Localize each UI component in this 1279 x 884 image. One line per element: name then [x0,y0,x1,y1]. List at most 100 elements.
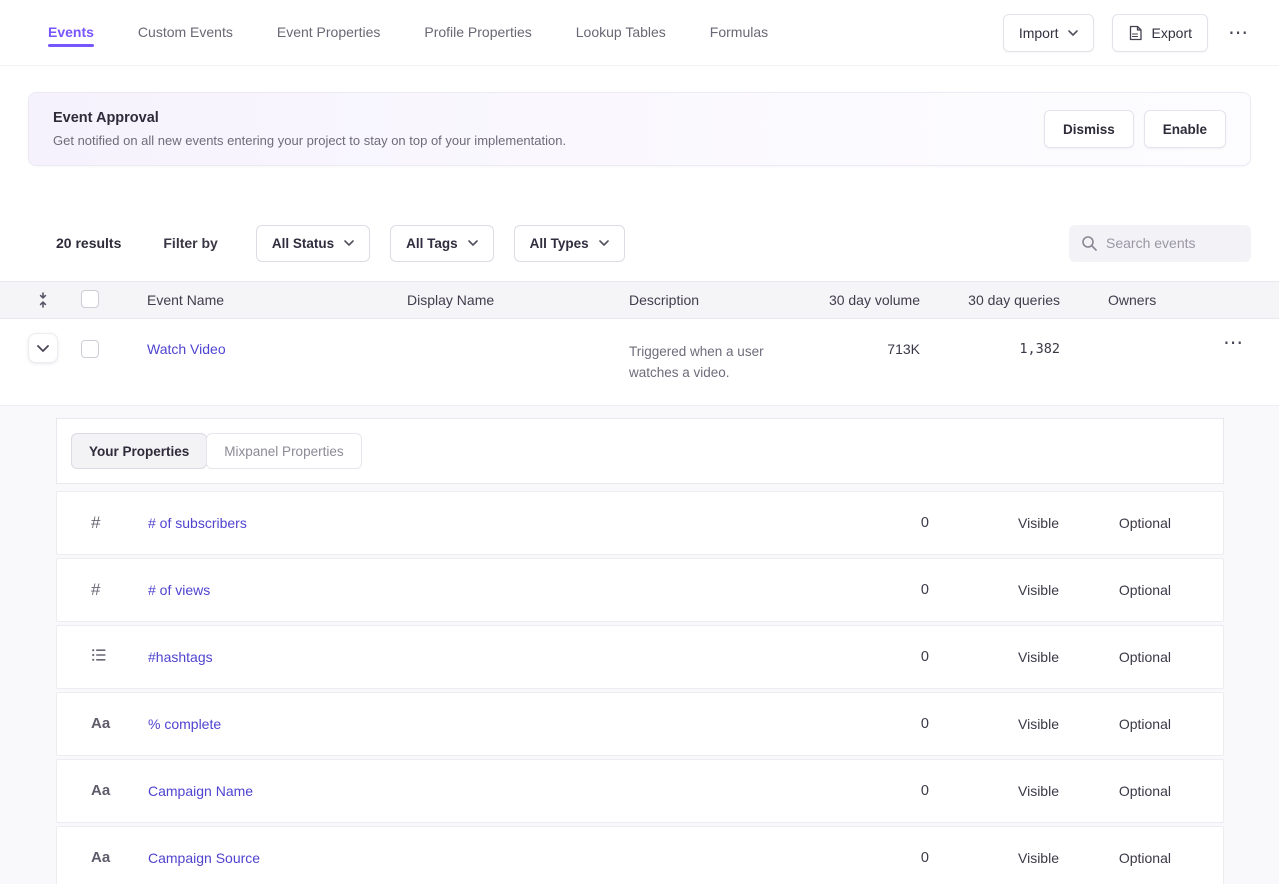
search-input[interactable] [1106,235,1236,251]
property-count: 0 [809,716,929,732]
property-row: #hashtags 0 Visible Optional [56,625,1224,689]
nav-tabs: Events Custom Events Event Properties Pr… [48,24,768,41]
chevron-down-icon [37,345,49,352]
number-type-icon: # [91,580,100,600]
event-queries-30d: 1,382 [920,333,1060,357]
banner-title: Event Approval [53,110,566,126]
tab-custom-events[interactable]: Custom Events [138,24,233,41]
tab-event-properties[interactable]: Event Properties [277,24,381,41]
property-name-link[interactable]: #hashtags [148,649,809,665]
status-filter-label: All Status [272,236,334,251]
results-count: 20 results [56,235,121,251]
export-button[interactable]: Export [1112,14,1208,52]
enable-button[interactable]: Enable [1144,110,1226,148]
number-type-icon: # [91,513,100,533]
collapse-row-button[interactable] [28,333,58,363]
properties-list: # # of subscribers 0 Visible Optional # … [56,491,1224,884]
column-header-description: Description [609,292,800,308]
collapse-all-icon[interactable] [20,292,66,308]
export-file-icon [1128,25,1143,41]
property-requirement[interactable]: Optional [1059,649,1171,665]
tab-formulas[interactable]: Formulas [710,24,768,41]
tab-lookup-tables[interactable]: Lookup Tables [576,24,666,41]
nav-actions: Import Export ⋯ [1003,14,1251,52]
top-nav: Events Custom Events Event Properties Pr… [0,0,1279,66]
property-name-link[interactable]: # of subscribers [148,515,809,531]
column-header-owners: Owners [1060,292,1175,308]
import-button-label: Import [1019,25,1059,41]
property-count: 0 [809,582,929,598]
search-events-box [1069,225,1251,262]
types-filter-dropdown[interactable]: All Types [514,225,625,262]
select-all-checkbox[interactable] [81,290,99,308]
property-row: Aa % complete 0 Visible Optional [56,692,1224,756]
dismiss-button[interactable]: Dismiss [1044,110,1134,148]
property-row: Aa Campaign Source 0 Visible Optional [56,826,1224,884]
text-type-icon: Aa [91,715,110,732]
status-filter-dropdown[interactable]: All Status [256,225,370,262]
text-type-icon: Aa [91,849,110,866]
banner-actions: Dismiss Enable [1044,110,1226,148]
row-more-icon[interactable]: ⋯ [1221,328,1246,358]
tab-your-properties[interactable]: Your Properties [71,433,207,469]
filter-by-label: Filter by [163,235,217,251]
property-row: Aa Campaign Name 0 Visible Optional [56,759,1224,823]
event-volume-30d: 713K [800,333,920,357]
events-table-header: Event Name Display Name Description 30 d… [0,281,1279,319]
import-button[interactable]: Import [1003,14,1094,52]
tab-mixpanel-properties[interactable]: Mixpanel Properties [206,433,361,469]
property-count: 0 [809,649,929,665]
column-header-queries: 30 day queries [920,292,1060,308]
tags-filter-label: All Tags [406,236,458,251]
property-requirement[interactable]: Optional [1059,716,1171,732]
property-name-link[interactable]: # of views [148,582,809,598]
properties-tabs: Your Properties Mixpanel Properties [56,418,1224,484]
property-name-link[interactable]: Campaign Name [148,783,809,799]
property-requirement[interactable]: Optional [1059,582,1171,598]
properties-panel: Your Properties Mixpanel Properties # # … [56,418,1224,884]
filter-bar: 20 results Filter by All Status All Tags… [0,224,1279,262]
event-row-watch-video: Watch Video Triggered when a user watche… [0,319,1279,406]
chevron-down-icon [344,240,354,246]
column-header-volume: 30 day volume [800,292,920,308]
property-visibility[interactable]: Visible [929,783,1059,799]
column-header-event-name: Event Name [127,292,387,308]
row-checkbox[interactable] [81,340,99,358]
property-count: 0 [809,515,929,531]
search-icon [1081,235,1097,251]
property-count: 0 [809,850,929,866]
tab-events[interactable]: Events [48,24,94,41]
event-owners [1060,333,1175,341]
event-name-link[interactable]: Watch Video [127,341,226,357]
property-visibility[interactable]: Visible [929,649,1059,665]
property-visibility[interactable]: Visible [929,850,1059,866]
property-name-link[interactable]: Campaign Source [148,850,809,866]
property-requirement[interactable]: Optional [1059,783,1171,799]
chevron-down-icon [599,240,609,246]
banner-text: Event Approval Get notified on all new e… [53,110,566,148]
tags-filter-dropdown[interactable]: All Tags [390,225,494,262]
property-name-link[interactable]: % complete [148,716,809,732]
property-row: # # of subscribers 0 Visible Optional [56,491,1224,555]
property-visibility[interactable]: Visible [929,716,1059,732]
types-filter-label: All Types [530,236,589,251]
event-approval-banner: Event Approval Get notified on all new e… [28,92,1251,166]
column-header-display-name: Display Name [387,292,609,308]
banner-description: Get notified on all new events entering … [53,133,566,148]
list-type-icon [91,647,107,663]
property-visibility[interactable]: Visible [929,582,1059,598]
tab-profile-properties[interactable]: Profile Properties [424,24,531,41]
text-type-icon: Aa [91,782,110,799]
more-options-icon[interactable]: ⋯ [1226,19,1251,47]
chevron-down-icon [1068,30,1078,36]
property-requirement[interactable]: Optional [1059,515,1171,531]
property-count: 0 [809,783,929,799]
filter-dropdowns: All Status All Tags All Types [256,225,625,262]
property-visibility[interactable]: Visible [929,515,1059,531]
export-button-label: Export [1152,25,1192,41]
event-description: Triggered when a user watches a video. [609,333,800,383]
expanded-event-section: Your Properties Mixpanel Properties # # … [0,406,1279,884]
property-row: # # of views 0 Visible Optional [56,558,1224,622]
property-requirement[interactable]: Optional [1059,850,1171,866]
chevron-down-icon [468,240,478,246]
